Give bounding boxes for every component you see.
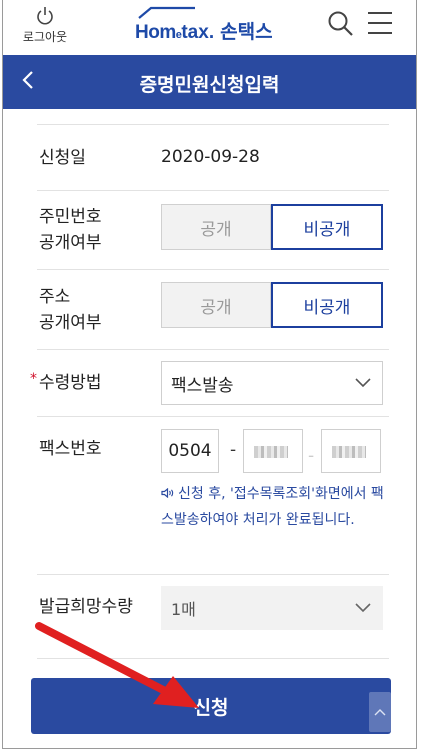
divider [37, 658, 389, 659]
quantity-select[interactable]: 1매 [161, 586, 383, 630]
house-roof-icon [138, 6, 195, 19]
divider [37, 124, 389, 125]
fax-last-input[interactable] [321, 429, 381, 473]
address-disclosure-label: 주소 공개여부 [39, 287, 102, 333]
brand-home: Home [135, 22, 182, 43]
receive-method-select[interactable]: 팩스발송 [161, 361, 383, 405]
address-private-option[interactable]: 비공개 [271, 282, 383, 328]
brand-name: 손택스 [220, 21, 273, 43]
quantity-label: 발급희망수량 [39, 597, 133, 617]
logout-label: 로그아웃 [22, 30, 68, 44]
scroll-to-top-button[interactable] [369, 692, 391, 732]
address-disclosure-toggle: 공개 비공개 [161, 282, 383, 328]
app-frame: 로그아웃 Home tax. 손택스 증명민원신청입력 신청일 2020-09-… [2, 0, 417, 749]
resident-no-disclosure-label: 주민번호 공개여부 [39, 207, 102, 253]
search-icon [328, 11, 353, 36]
power-icon [37, 7, 53, 25]
search-button[interactable] [327, 10, 357, 40]
divider [37, 349, 389, 350]
divider [37, 574, 389, 575]
page-title: 증명민원신청입력 [139, 74, 280, 96]
apply-date-value: 2020-09-28 [161, 147, 260, 167]
address-public-option[interactable]: 공개 [161, 282, 271, 328]
fax-separator: - [308, 446, 315, 466]
divider [37, 269, 389, 270]
required-mark: * [30, 371, 37, 387]
fax-notice: 신청 후, '접수목록조회'화면에서 팩스발송하여야 처리가 완료됩니다. [161, 486, 384, 528]
chevron-down-icon [355, 378, 371, 388]
divider [37, 416, 389, 417]
speaker-icon [161, 488, 174, 498]
hometax-logo[interactable]: Home tax. 손택스 [135, 6, 273, 44]
fax-separator: - [230, 440, 237, 460]
fax-number-label: 팩스번호 [39, 439, 102, 459]
fax-prefix-input[interactable]: 0504 [161, 429, 219, 473]
top-header: 로그아웃 Home tax. 손택스 [3, 0, 416, 55]
resident-no-private-option[interactable]: 비공개 [271, 204, 383, 250]
divider [37, 190, 389, 191]
apply-date-label: 신청일 [39, 148, 86, 168]
resident-no-disclosure-toggle: 공개 비공개 [161, 204, 383, 250]
title-bar: 증명민원신청입력 [3, 55, 416, 109]
receive-method-label: * 수령방법 [30, 370, 102, 396]
logout-button[interactable]: 로그아웃 [17, 6, 73, 45]
submit-button[interactable]: 신청 [31, 678, 391, 734]
brand-tax: tax. [181, 22, 215, 43]
chevron-up-icon [374, 709, 386, 716]
hamburger-icon [368, 12, 398, 34]
fax-middle-input[interactable] [243, 429, 303, 473]
chevron-down-icon [355, 603, 371, 613]
menu-button[interactable] [368, 12, 398, 38]
resident-no-public-option[interactable]: 공개 [161, 204, 271, 250]
